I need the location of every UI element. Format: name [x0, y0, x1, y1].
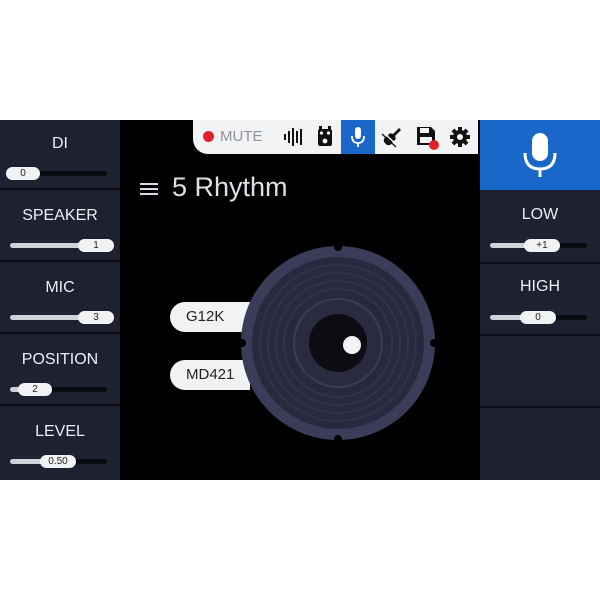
param-low[interactable]: LOW +1 [480, 192, 600, 264]
param-value: 3 [78, 311, 114, 324]
param-slider[interactable]: 2 [10, 383, 107, 396]
param-speaker[interactable]: SPEAKER 1 [0, 192, 120, 262]
param-mic[interactable]: MIC 3 [0, 264, 120, 334]
empty-slot [480, 408, 600, 480]
mute-indicator-icon [203, 131, 214, 142]
left-param-panel: DI 0 SPEAKER 1 MIC 3 POSITION 2 LEVEL 0.… [0, 120, 120, 480]
param-value: 0 [520, 311, 556, 324]
param-slider[interactable]: 0 [490, 311, 587, 324]
param-level[interactable]: LEVEL 0.50 [0, 408, 120, 480]
param-high[interactable]: HIGH 0 [480, 264, 600, 336]
param-value: +1 [524, 239, 560, 252]
param-slider[interactable]: 1 [10, 239, 114, 252]
preset-name[interactable]: 5 Rhythm [172, 172, 288, 203]
param-slider[interactable]: +1 [490, 239, 587, 252]
param-value: 2 [18, 383, 52, 396]
param-label: SPEAKER [22, 207, 98, 224]
meter-icon[interactable] [277, 120, 309, 154]
microphone-icon[interactable] [341, 120, 375, 154]
mute-button[interactable]: MUTE [193, 120, 277, 154]
mic-model-button[interactable]: MD421 [170, 360, 250, 390]
hamburger-menu-icon[interactable] [140, 182, 158, 196]
param-value: 0 [6, 167, 40, 180]
empty-slot [480, 336, 600, 408]
param-di[interactable]: DI 0 [0, 120, 120, 190]
param-slider[interactable]: 3 [10, 311, 114, 324]
mic-position-handle [343, 336, 361, 354]
param-label: MIC [45, 279, 75, 296]
mic-page-button[interactable] [480, 120, 600, 190]
param-label: POSITION [21, 351, 99, 368]
gear-icon[interactable] [443, 120, 477, 154]
right-param-panel: LOW +1 HIGH 0 [480, 120, 600, 480]
param-label: LOW [521, 206, 559, 223]
amp-screen: DI 0 SPEAKER 1 MIC 3 POSITION 2 LEVEL 0.… [0, 120, 600, 480]
pedal-icon[interactable] [309, 120, 341, 154]
param-value: 1 [78, 239, 114, 252]
mute-label: MUTE [220, 128, 263, 145]
speaker-cone-graphic[interactable] [240, 245, 436, 441]
save-icon[interactable] [409, 120, 443, 154]
speaker-model-button[interactable]: G12K [170, 302, 250, 332]
param-label: HIGH [520, 278, 560, 295]
microphone-icon [523, 133, 557, 177]
param-label: LEVEL [35, 423, 85, 440]
param-slider[interactable]: 0.50 [10, 455, 107, 468]
top-toolbar: MUTE [193, 120, 478, 154]
guitar-icon[interactable] [375, 120, 409, 154]
param-position[interactable]: POSITION 2 [0, 336, 120, 406]
param-slider[interactable]: 0 [6, 167, 107, 180]
param-label: DI [52, 135, 68, 152]
param-value: 0.50 [40, 455, 76, 468]
